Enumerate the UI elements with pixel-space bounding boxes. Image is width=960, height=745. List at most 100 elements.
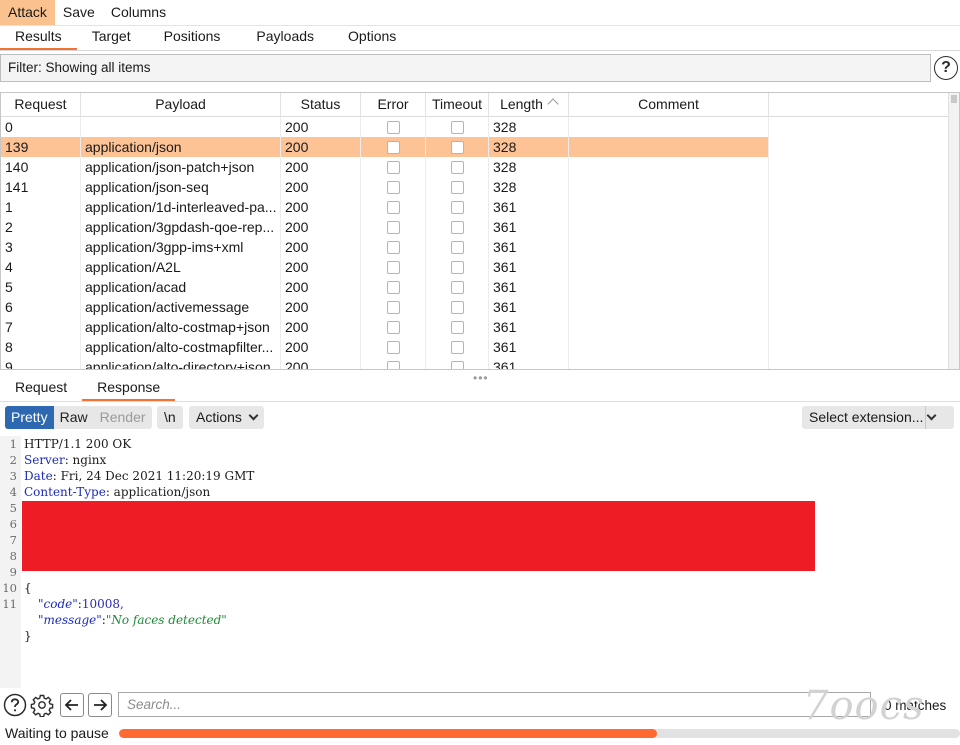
menu-save[interactable]: Save (55, 0, 103, 25)
table-row[interactable]: 8 application/alto-costmapfilter... 200 361 (1, 337, 950, 357)
table-vertical-scrollbar[interactable] (948, 93, 959, 369)
table-row[interactable]: 5 application/acad 200 361 (1, 277, 950, 297)
header-name: Server (24, 453, 65, 467)
cell-payload: application/activemessage (81, 297, 281, 317)
table-row[interactable]: 139 application/json 200 328 (1, 137, 950, 157)
cell-filler (769, 157, 950, 177)
cell-status: 200 (281, 237, 361, 257)
json-value: "No faces detected" (105, 613, 227, 627)
tab-target[interactable]: Target (77, 25, 146, 50)
json-value: 10008, (81, 597, 124, 611)
line-number: 5 (9, 501, 17, 515)
cell-length: 361 (489, 357, 569, 369)
table-row[interactable]: 0 200 328 (1, 117, 950, 137)
cell-status: 200 (281, 157, 361, 177)
help-icon[interactable]: ? (934, 56, 958, 80)
cell-filler (769, 317, 950, 337)
tab-results[interactable]: Results (0, 25, 77, 50)
arrow-right-icon (94, 699, 108, 711)
header-name: Content-Type (24, 485, 106, 499)
table-row[interactable]: 1 application/1d-interleaved-pa... 200 361 (1, 197, 950, 217)
attack-progress-bar (119, 729, 960, 738)
error-checkbox (386, 140, 400, 154)
cell-length: 361 (489, 197, 569, 217)
timeout-checkbox (450, 320, 464, 334)
tab-positions[interactable]: Positions (146, 25, 239, 50)
cell-error (361, 117, 426, 137)
tab-payloads[interactable]: Payloads (238, 25, 332, 50)
cell-status: 200 (281, 137, 361, 157)
cell-filler (769, 197, 950, 217)
cell-comment (569, 117, 769, 137)
cell-status: 200 (281, 357, 361, 369)
cell-comment (569, 217, 769, 237)
cell-error (361, 257, 426, 277)
column-header-payload[interactable]: Payload (81, 93, 281, 117)
tab-request[interactable]: Request (0, 376, 82, 401)
settings-gear-icon[interactable] (30, 693, 54, 717)
pretty-button[interactable]: Pretty (5, 406, 54, 429)
timeout-checkbox (450, 280, 464, 294)
table-row[interactable]: 4 application/A2L 200 361 (1, 257, 950, 277)
search-input[interactable]: Search... (118, 692, 871, 717)
column-header-request[interactable]: Request (1, 93, 81, 117)
render-button[interactable]: Render (93, 406, 152, 429)
raw-button[interactable]: Raw (53, 406, 94, 429)
cell-error (361, 197, 426, 217)
json-close-brace: } (24, 629, 32, 643)
cell-comment (569, 237, 769, 257)
cell-payload: application/A2L (81, 257, 281, 277)
timeout-checkbox (450, 340, 464, 354)
table-row[interactable]: 140 application/json-patch+json 200 328 (1, 157, 950, 177)
tab-options[interactable]: Options (332, 25, 412, 50)
code-line: Date: Fri, 24 Dec 2021 11:20:19 GMT (24, 469, 255, 483)
column-header-length[interactable]: Length (489, 93, 569, 117)
line-number: 7 (9, 533, 17, 547)
sort-ascending-icon (547, 98, 559, 110)
column-header-comment[interactable]: Comment (569, 93, 769, 117)
table-row[interactable]: 7 application/alto-costmap+json 200 361 (1, 317, 950, 337)
cell-timeout (426, 117, 489, 137)
table-row[interactable]: 9 application/alto-directory+json 200 361 (1, 357, 950, 369)
json-open-brace: { (24, 581, 32, 595)
table-row[interactable]: 3 application/3gpp-ims+xml 200 361 (1, 237, 950, 257)
cell-comment (569, 197, 769, 217)
next-match-button[interactable] (88, 693, 112, 717)
message-tab-bar: Request Response (0, 376, 960, 402)
table-row[interactable]: 141 application/json-seq 200 328 (1, 177, 950, 197)
cell-timeout (426, 217, 489, 237)
column-header-filler (769, 93, 950, 117)
cell-timeout (426, 157, 489, 177)
newline-toggle-button[interactable]: \n (157, 406, 183, 429)
scrollbar-thumb[interactable] (951, 95, 957, 103)
cell-length: 361 (489, 217, 569, 237)
cell-filler (769, 237, 950, 257)
cell-error (361, 337, 426, 357)
column-header-error[interactable]: Error (361, 93, 426, 117)
cell-payload: application/acad (81, 277, 281, 297)
cell-timeout (426, 237, 489, 257)
menu-attack[interactable]: Attack (0, 0, 55, 25)
cell-comment (569, 337, 769, 357)
table-row[interactable]: 2 application/3gpdash-qoe-rep... 200 361 (1, 217, 950, 237)
previous-match-button[interactable] (60, 693, 84, 717)
response-editor[interactable]: 1 2 3 4 5 6 7 8 9 10 11 HTTP/1.1 200 OK Server: ng… (0, 436, 960, 688)
cell-length: 328 (489, 157, 569, 177)
cell-filler (769, 257, 950, 277)
column-header-status[interactable]: Status (281, 93, 361, 117)
filter-bar[interactable]: Filter: Showing all items (0, 54, 931, 82)
menu-columns[interactable]: Columns (103, 0, 174, 25)
table-row[interactable]: 6 application/activemessage 200 361 (1, 297, 950, 317)
cell-request: 0 (1, 117, 81, 137)
extension-select[interactable]: Select extension... (802, 406, 954, 429)
help-icon[interactable] (3, 693, 27, 717)
error-checkbox (386, 120, 400, 134)
cell-request: 139 (1, 137, 81, 157)
column-header-timeout[interactable]: Timeout (426, 93, 489, 117)
tab-response[interactable]: Response (82, 376, 176, 401)
timeout-checkbox (450, 260, 464, 274)
cell-length: 361 (489, 237, 569, 257)
main-tab-bar: Results Target Positions Payloads Option… (0, 25, 960, 51)
actions-dropdown[interactable]: Actions (189, 406, 264, 429)
column-header-length-label: Length (500, 96, 543, 112)
